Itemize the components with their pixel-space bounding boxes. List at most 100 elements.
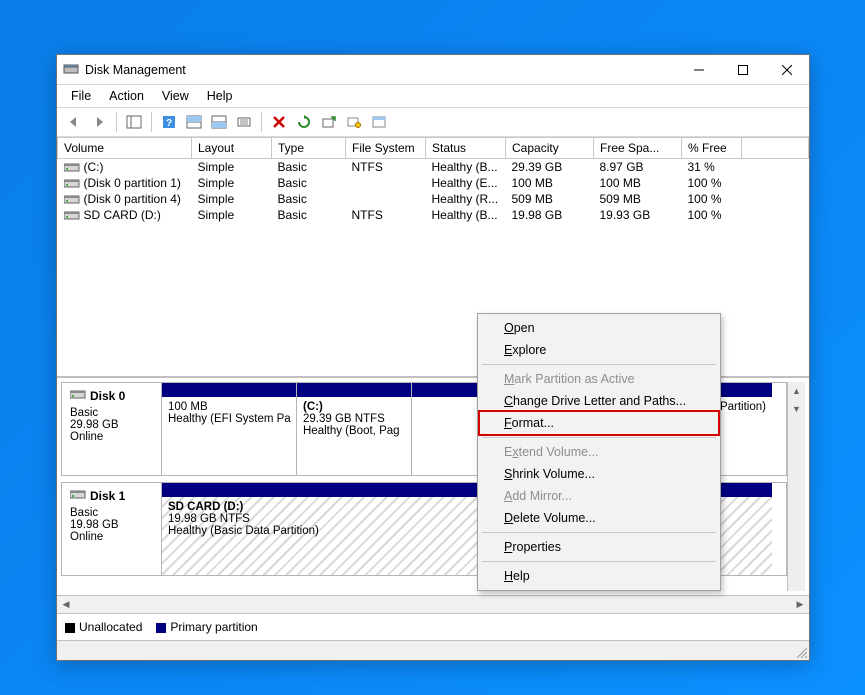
volume-free: 19.93 GB: [594, 207, 682, 223]
cm-delete-volume[interactable]: Delete Volume...: [480, 507, 718, 529]
disk-label[interactable]: Disk 1 Basic19.98 GBOnline: [62, 483, 162, 575]
volume-type: Basic: [272, 207, 346, 223]
disk-management-window: Disk Management File Action View Help ?: [56, 54, 810, 661]
cm-change-drive-letter[interactable]: Change Drive Letter and Paths...: [480, 390, 718, 412]
col-layout[interactable]: Layout: [192, 138, 272, 159]
properties-button[interactable]: [368, 111, 390, 133]
volume-fs: [346, 191, 426, 207]
volume-status: Healthy (B...: [426, 159, 506, 176]
app-icon: [63, 62, 79, 78]
volume-row[interactable]: (Disk 0 partition 4)SimpleBasicHealthy (…: [58, 191, 809, 207]
volume-row[interactable]: (C:)SimpleBasicNTFSHealthy (B...29.39 GB…: [58, 159, 809, 176]
disk-type: Basic: [70, 507, 153, 519]
close-button[interactable]: [765, 55, 809, 84]
partition[interactable]: (C:)29.39 GB NTFSHealthy (Boot, Pag: [297, 383, 412, 475]
nav-forward-button[interactable]: [88, 111, 110, 133]
scroll-right-icon[interactable]: ▶: [791, 596, 809, 613]
volume-layout: Simple: [192, 159, 272, 176]
cm-explore[interactable]: Explore: [480, 339, 718, 361]
col-capacity[interactable]: Capacity: [506, 138, 594, 159]
partition-size: 100 MB: [168, 401, 290, 413]
maximize-button[interactable]: [721, 55, 765, 84]
volume-row[interactable]: SD CARD (D:)SimpleBasicNTFSHealthy (B...…: [58, 207, 809, 223]
layout-bottom-button[interactable]: [208, 111, 230, 133]
menu-file[interactable]: File: [63, 87, 99, 105]
action-button[interactable]: [343, 111, 365, 133]
volume-name: SD CARD (D:): [84, 208, 161, 222]
col-filesystem[interactable]: File System: [346, 138, 426, 159]
drive-icon: [64, 178, 80, 189]
show-hide-tree-button[interactable]: [123, 111, 145, 133]
drive-icon: [64, 194, 80, 205]
disk-size: 29.98 GB: [70, 419, 153, 431]
col-volume[interactable]: Volume: [58, 138, 192, 159]
volume-capacity: 509 MB: [506, 191, 594, 207]
volume-free: 8.97 GB: [594, 159, 682, 176]
volume-status: Healthy (E...: [426, 175, 506, 191]
col-filler: [742, 138, 809, 159]
cm-open[interactable]: Open: [480, 317, 718, 339]
resize-grip-icon[interactable]: [795, 646, 807, 658]
volume-fs: NTFS: [346, 159, 426, 176]
cm-shrink-volume[interactable]: Shrink Volume...: [480, 463, 718, 485]
menu-view[interactable]: View: [154, 87, 197, 105]
help-button[interactable]: ?: [158, 111, 180, 133]
volume-pct: 100 %: [682, 191, 742, 207]
disk-state: Online: [70, 431, 153, 443]
volume-name: (Disk 0 partition 4): [84, 192, 181, 206]
menu-help[interactable]: Help: [199, 87, 241, 105]
volume-free: 509 MB: [594, 191, 682, 207]
volume-pct: 100 %: [682, 207, 742, 223]
disk-size: 19.98 GB: [70, 519, 153, 531]
minimize-button[interactable]: [677, 55, 721, 84]
volume-free: 100 MB: [594, 175, 682, 191]
horizontal-scrollbar[interactable]: ◀ ▶: [57, 595, 809, 613]
cm-add-mirror: Add Mirror...: [480, 485, 718, 507]
volume-capacity: 29.39 GB: [506, 159, 594, 176]
col-pctfree[interactable]: % Free: [682, 138, 742, 159]
volume-pct: 100 %: [682, 175, 742, 191]
cm-help[interactable]: Help: [480, 565, 718, 587]
refresh-button[interactable]: [293, 111, 315, 133]
drive-icon: [64, 210, 80, 221]
context-menu: Open Explore Mark Partition as Active Ch…: [477, 313, 721, 591]
settings-button[interactable]: [233, 111, 255, 133]
legend: Unallocated Primary partition: [57, 613, 809, 640]
partition-size: 29.39 GB NTFS: [303, 413, 405, 425]
layout-top-button[interactable]: [183, 111, 205, 133]
volume-status: Healthy (R...: [426, 191, 506, 207]
disk-icon: [70, 389, 86, 403]
volume-type: Basic: [272, 175, 346, 191]
toolbar: ?: [57, 108, 809, 137]
disk-state: Online: [70, 531, 153, 543]
nav-back-button[interactable]: [63, 111, 85, 133]
disk-label[interactable]: Disk 0Basic29.98 GBOnline: [62, 383, 162, 475]
window-title: Disk Management: [85, 63, 677, 77]
disk-name: Disk 1: [90, 489, 125, 503]
cm-format[interactable]: Format...: [480, 412, 718, 434]
volume-pct: 31 %: [682, 159, 742, 176]
volume-row[interactable]: (Disk 0 partition 1)SimpleBasicHealthy (…: [58, 175, 809, 191]
scroll-down-icon[interactable]: ▼: [788, 400, 805, 418]
cm-mark-partition-active: Mark Partition as Active: [480, 368, 718, 390]
rescan-button[interactable]: [318, 111, 340, 133]
disk-type: Basic: [70, 407, 153, 419]
volume-list-header[interactable]: Volume Layout Type File System Status Ca…: [58, 138, 809, 159]
col-type[interactable]: Type: [272, 138, 346, 159]
vertical-scrollbar[interactable]: ▲ ▼: [787, 382, 805, 591]
col-freespace[interactable]: Free Spa...: [594, 138, 682, 159]
scroll-left-icon[interactable]: ◀: [57, 596, 75, 613]
statusbar: [57, 640, 809, 660]
scroll-up-icon[interactable]: ▲: [788, 382, 805, 400]
svg-text:?: ?: [166, 118, 172, 129]
disk-icon: [70, 489, 86, 503]
delete-button[interactable]: [268, 111, 290, 133]
partition[interactable]: 100 MBHealthy (EFI System Pa: [162, 383, 297, 475]
cm-properties[interactable]: Properties: [480, 536, 718, 558]
volume-capacity: 19.98 GB: [506, 207, 594, 223]
legend-unallocated: Unallocated: [65, 620, 142, 634]
menu-action[interactable]: Action: [101, 87, 152, 105]
col-status[interactable]: Status: [426, 138, 506, 159]
volume-name: (C:): [84, 160, 104, 174]
volume-fs: [346, 175, 426, 191]
